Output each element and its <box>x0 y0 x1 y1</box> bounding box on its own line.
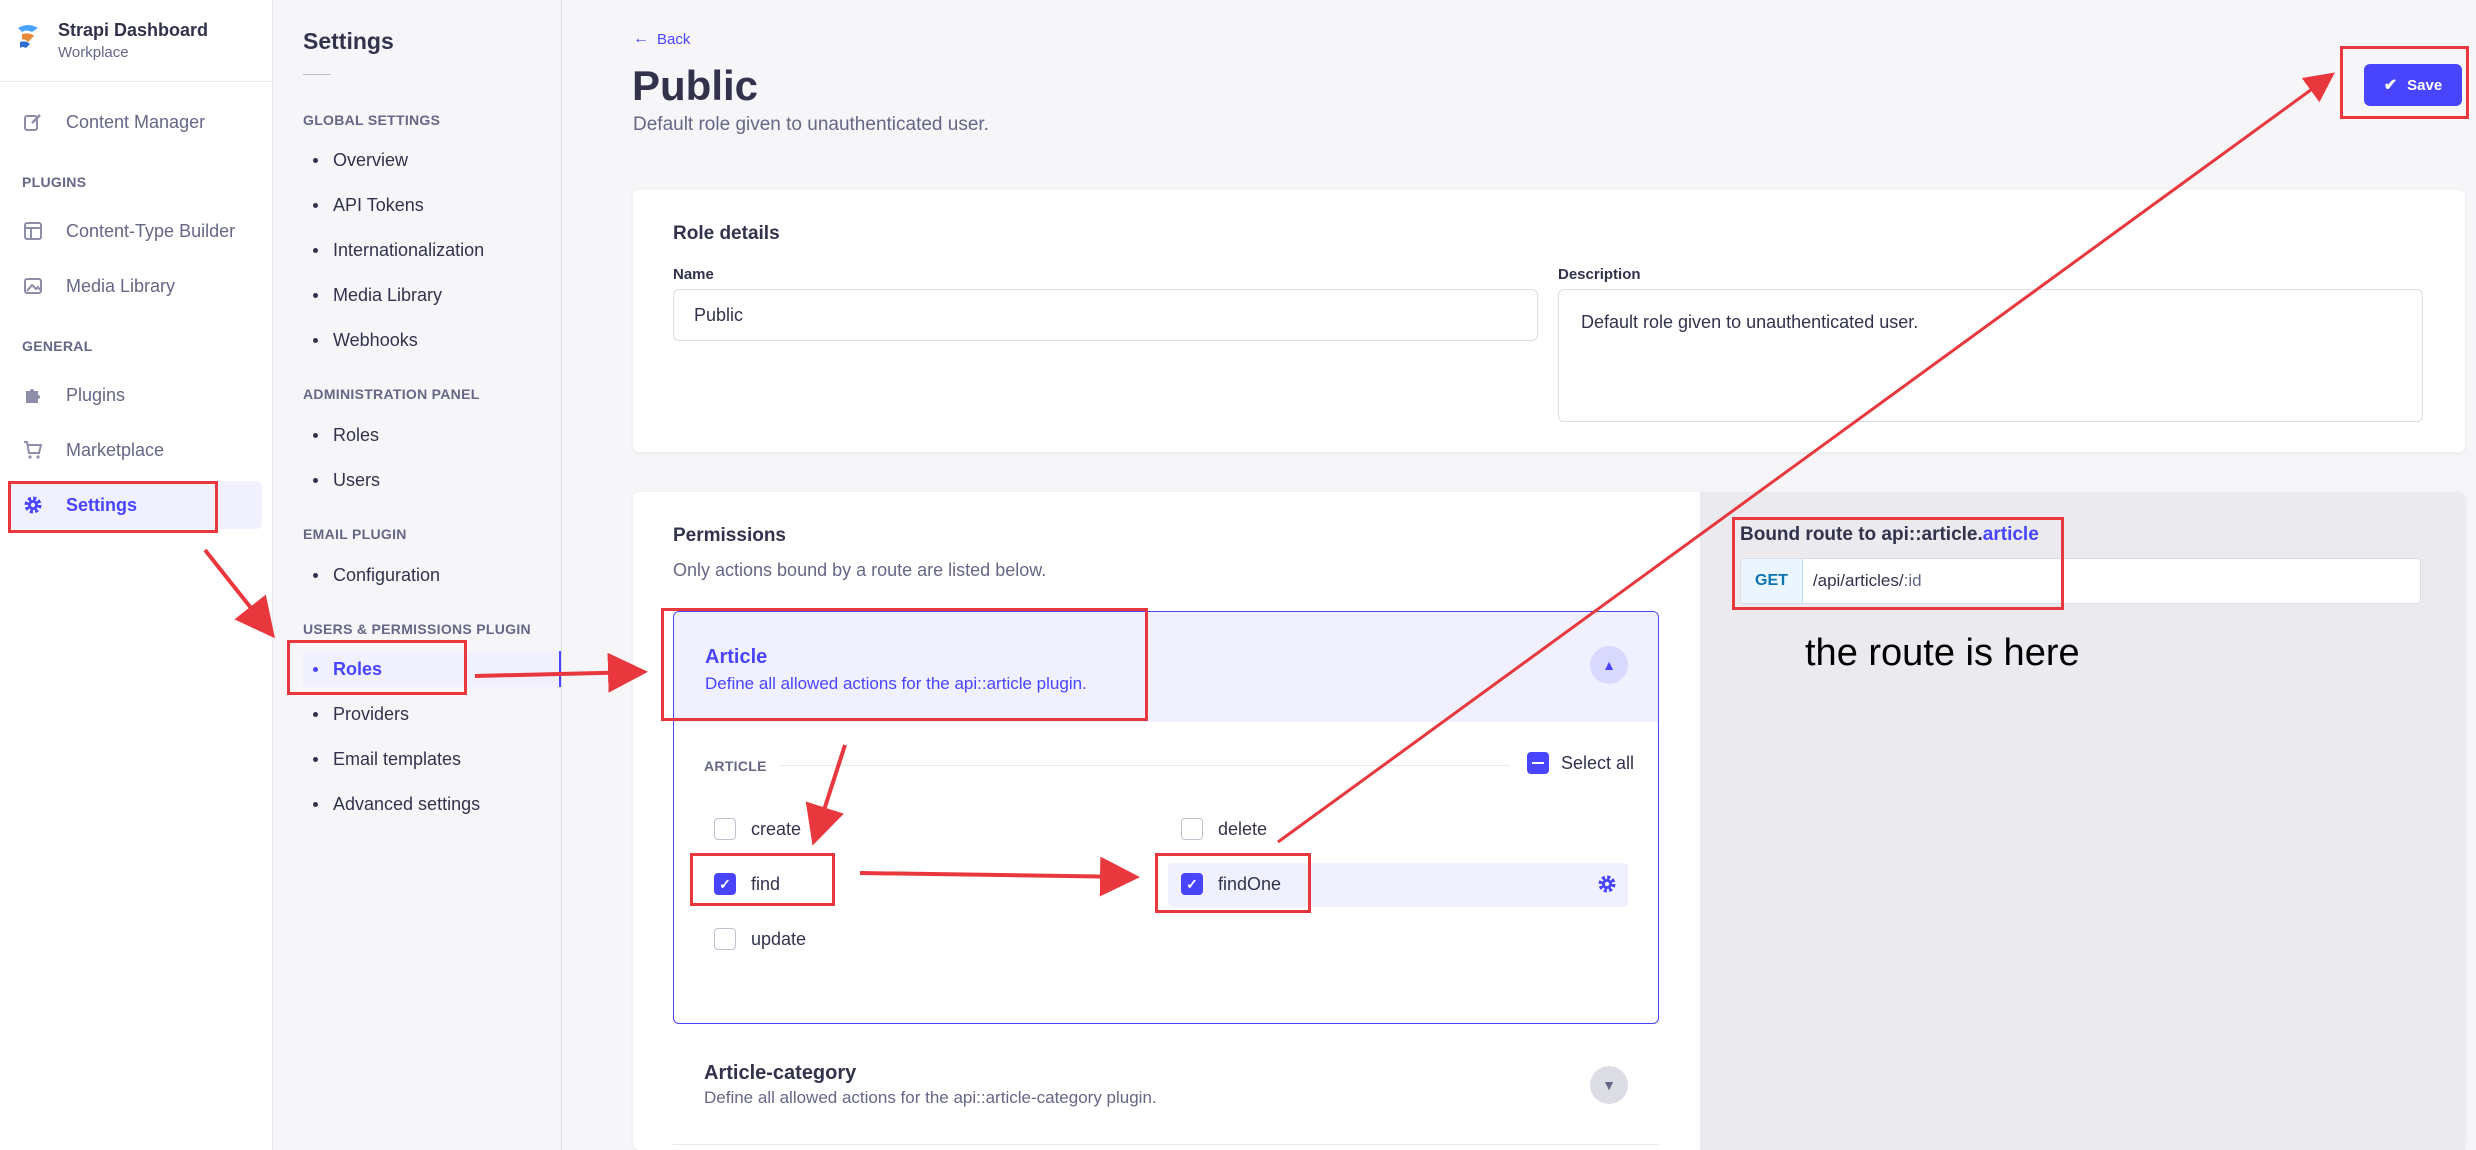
route-annotation-text: the route is here <box>1805 632 2080 674</box>
subnav-label: Providers <box>333 703 410 724</box>
main-nav: Strapi Dashboard Workplace Content Manag… <box>0 0 273 1150</box>
annotation-box-article <box>661 608 1148 721</box>
nav-section-general: GENERAL <box>22 338 93 354</box>
subnav-label: Advanced settings <box>333 793 481 814</box>
checkbox-empty-icon <box>714 818 736 840</box>
checkbox-empty-icon <box>1181 818 1203 840</box>
subnav-item-api-tokens[interactable]: API Tokens <box>303 187 561 223</box>
layout-icon <box>22 220 44 242</box>
divider <box>780 765 1510 766</box>
subnav-label: Configuration <box>333 564 441 585</box>
article-section-label: ARTICLE <box>704 758 767 774</box>
cart-icon <box>22 439 44 461</box>
divider <box>303 74 331 75</box>
annotation-box-find <box>690 853 835 906</box>
puzzle-icon <box>22 384 44 406</box>
annotation-box-bound-route <box>1732 517 2064 610</box>
role-details-heading: Role details <box>673 223 780 244</box>
nav-label: Marketplace <box>66 439 165 460</box>
image-icon <box>22 275 44 297</box>
nav-label: Content Manager <box>66 111 206 132</box>
nav-content-manager[interactable]: Content Manager <box>8 98 262 146</box>
nav-media-library[interactable]: Media Library <box>8 262 262 310</box>
brand: Strapi Dashboard Workplace <box>0 0 273 82</box>
subnav-item-advanced-settings[interactable]: Advanced settings <box>303 786 561 822</box>
back-link[interactable]: ← Back <box>633 30 690 48</box>
subnav-section-admin: ADMINISTRATION PANEL <box>303 386 480 402</box>
subnav-title: Settings <box>303 28 394 54</box>
subnav-item-overview[interactable]: Overview <box>303 142 561 178</box>
nav-marketplace[interactable]: Marketplace <box>8 426 262 474</box>
description-label: Description <box>1558 266 1641 283</box>
name-input[interactable]: Public <box>673 289 1538 341</box>
annotation-box-roles <box>287 640 467 695</box>
subnav-item-internationalization[interactable]: Internationalization <box>303 232 561 268</box>
delete-checkbox[interactable]: delete <box>1181 818 1267 840</box>
annotation-box-findone <box>1155 853 1311 913</box>
name-label: Name <box>673 266 714 283</box>
arrow-left-icon: ← <box>633 30 649 47</box>
nav-plugins[interactable]: Plugins <box>8 371 262 419</box>
indeterminate-icon <box>1527 752 1549 774</box>
gear-icon[interactable] <box>1596 873 1618 895</box>
subnav-label: API Tokens <box>333 194 424 215</box>
create-checkbox[interactable]: create <box>714 818 801 840</box>
nav-label: Media Library <box>66 275 176 296</box>
subnav-label: Users <box>333 469 381 490</box>
checkbox-empty-icon <box>714 928 736 950</box>
strapi-logo-icon <box>18 25 38 48</box>
article-category-title[interactable]: Article-category <box>704 1062 856 1085</box>
checkbox-label: create <box>751 818 802 839</box>
name-value: Public <box>694 304 744 325</box>
subnav-item-media-library[interactable]: Media Library <box>303 277 561 313</box>
annotation-box-settings <box>8 481 218 533</box>
description-textarea[interactable]: Default role given to unauthenticated us… <box>1558 289 2423 422</box>
divider <box>673 1144 1659 1145</box>
brand-title: Strapi Dashboard <box>58 20 209 40</box>
checkbox-label: delete <box>1218 818 1268 839</box>
select-all-label: Select all <box>1561 752 1635 773</box>
subnav-item-email-templates[interactable]: Email templates <box>303 741 561 777</box>
subnav-label: Email templates <box>333 748 462 769</box>
subnav-item-configuration[interactable]: Configuration <box>303 557 561 593</box>
subnav-item-providers[interactable]: Providers <box>303 696 561 732</box>
update-checkbox[interactable]: update <box>714 928 806 950</box>
select-all-checkbox[interactable]: Select all <box>1527 752 1634 774</box>
subnav-label: Internationalization <box>333 239 485 260</box>
back-label: Back <box>657 30 691 48</box>
checkbox-label: update <box>751 928 807 949</box>
subnav-item-webhooks[interactable]: Webhooks <box>303 322 561 358</box>
subnav-label: Roles <box>333 424 380 445</box>
subnav-section-global: GLOBAL SETTINGS <box>303 112 441 128</box>
subnav-label: Overview <box>333 149 409 170</box>
brand-subtitle: Workplace <box>58 44 129 61</box>
pencil-icon <box>22 111 44 133</box>
annotation-box-save <box>2340 46 2469 119</box>
nav-label: Content-Type Builder <box>66 220 236 241</box>
subnav-section-email: EMAIL PLUGIN <box>303 526 407 542</box>
page-subtitle: Default role given to unauthenticated us… <box>633 114 989 135</box>
subnav-item-users[interactable]: Users <box>303 462 561 498</box>
article-category-description: Define all allowed actions for the api::… <box>704 1088 1157 1107</box>
subnav-label: Webhooks <box>333 329 418 350</box>
chevron-down-icon[interactable]: ▼ <box>1590 1066 1628 1104</box>
permissions-heading: Permissions <box>673 525 786 546</box>
permissions-subtitle: Only actions bound by a route are listed… <box>673 560 1047 580</box>
subnav-section-users-permissions: USERS & PERMISSIONS PLUGIN <box>303 621 531 637</box>
subnav-label: Media Library <box>333 284 443 305</box>
nav-section-plugins: PLUGINS <box>22 174 87 190</box>
description-value: Default role given to unauthenticated us… <box>1581 312 1919 332</box>
nav-content-type-builder[interactable]: Content-Type Builder <box>8 207 262 255</box>
nav-label: Plugins <box>66 384 126 405</box>
subnav-item-admin-roles[interactable]: Roles <box>303 417 561 453</box>
settings-subnav: Settings GLOBAL SETTINGS Overview API To… <box>274 0 562 1150</box>
chevron-up-icon[interactable]: ▲ <box>1590 646 1628 684</box>
page-title: Public <box>632 62 759 109</box>
